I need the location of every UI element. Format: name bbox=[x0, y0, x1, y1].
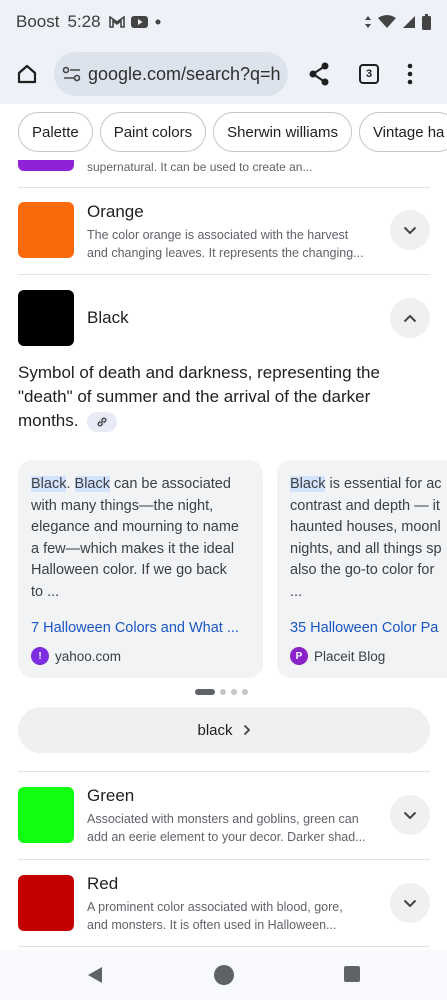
status-bar: Boost 5:28 bbox=[0, 0, 447, 44]
item-title: Green bbox=[87, 786, 135, 805]
wifi-icon bbox=[378, 15, 396, 28]
color-swatch-black bbox=[18, 290, 74, 346]
item-description: A prominent color associated with blood,… bbox=[87, 898, 377, 934]
expand-button[interactable] bbox=[390, 210, 430, 250]
item-description-line: and changing leaves. It represents the c… bbox=[87, 246, 364, 260]
page-dot[interactable] bbox=[220, 689, 226, 695]
back-icon[interactable] bbox=[86, 965, 104, 985]
browser-toolbar: google.com/search?q=h 3 bbox=[0, 44, 447, 104]
item-title: Black bbox=[87, 308, 129, 327]
chip-vintage[interactable]: Vintage ha bbox=[358, 112, 447, 152]
collapse-button[interactable] bbox=[390, 298, 430, 338]
home-button[interactable] bbox=[10, 57, 44, 91]
page-dot[interactable] bbox=[231, 689, 237, 695]
item-title: Orange bbox=[87, 202, 144, 221]
carrier-label: Boost bbox=[16, 12, 60, 31]
color-swatch-red bbox=[18, 875, 74, 931]
summary-line: Symbol of death and darkness, representi… bbox=[18, 363, 380, 382]
dot-icon bbox=[155, 19, 161, 25]
gmail-icon bbox=[108, 16, 125, 28]
chip-palette[interactable]: Palette bbox=[18, 112, 93, 152]
battery-icon bbox=[422, 14, 431, 30]
highlight: Black bbox=[74, 476, 110, 492]
clock: 5:28 bbox=[67, 12, 101, 31]
summary-line: months. bbox=[18, 411, 79, 430]
system-icons bbox=[364, 14, 431, 30]
chip-paint-colors[interactable]: Paint colors bbox=[99, 112, 207, 152]
list-item-red[interactable]: Red A prominent color associated with bl… bbox=[0, 860, 447, 946]
chevron-up-icon bbox=[403, 314, 417, 322]
highlight: Black bbox=[31, 476, 67, 492]
site-settings-icon[interactable] bbox=[62, 65, 82, 83]
url-text[interactable]: google.com/search?q=h bbox=[88, 64, 280, 85]
related-search-chips: Palette Paint colors Sherwin williams Vi… bbox=[18, 112, 447, 152]
card-source: P Placeit Blog bbox=[290, 647, 385, 665]
system-nav-bar bbox=[0, 950, 447, 1000]
page-dot-active[interactable] bbox=[195, 689, 215, 695]
source-card[interactable]: Black is essential for ac contrast and d… bbox=[277, 460, 447, 678]
status-left: Boost 5:28 bbox=[16, 12, 101, 32]
data-arrows-icon bbox=[365, 16, 371, 28]
youtube-icon bbox=[130, 16, 148, 28]
overflow-menu-button[interactable] bbox=[398, 57, 422, 91]
share-icon bbox=[309, 62, 329, 86]
link-icon bbox=[97, 417, 107, 426]
chevron-down-icon bbox=[403, 226, 417, 234]
item-description-line: Associated with monsters and goblins, gr… bbox=[87, 812, 359, 826]
source-link-button[interactable] bbox=[87, 411, 118, 432]
url-bar[interactable]: google.com/search?q=h bbox=[54, 52, 288, 96]
more-vert-icon bbox=[407, 63, 413, 85]
list-item-black[interactable]: Black bbox=[0, 275, 447, 361]
list-item-orange[interactable]: Orange The color orange is associated wi… bbox=[0, 188, 447, 274]
card-source: ! yahoo.com bbox=[31, 647, 121, 665]
card-snippet: Black is essential for ac contrast and d… bbox=[290, 476, 442, 600]
list-item-green[interactable]: Green Associated with monsters and gobli… bbox=[0, 772, 447, 858]
card-snippet: Black. Black can be associated with many… bbox=[31, 476, 239, 600]
search-more-button[interactable]: black bbox=[18, 707, 430, 753]
page-dot[interactable] bbox=[242, 689, 248, 695]
divider bbox=[18, 946, 430, 947]
notification-icons bbox=[108, 16, 162, 28]
source-cards-carousel[interactable]: Black. Black can be associated with many… bbox=[18, 460, 447, 678]
highlight: Black bbox=[290, 476, 326, 492]
color-swatch-orange bbox=[18, 202, 74, 258]
chevron-right-icon bbox=[243, 724, 250, 736]
share-button[interactable] bbox=[302, 57, 336, 91]
tab-switcher-button[interactable]: 3 bbox=[352, 57, 386, 91]
card-link[interactable]: 7 Halloween Colors and What ... bbox=[31, 620, 256, 636]
chevron-down-icon bbox=[403, 811, 417, 819]
source-card[interactable]: Black. Black can be associated with many… bbox=[18, 460, 263, 678]
item-description-line: add an eerie element to your decor. Dark… bbox=[87, 830, 366, 844]
expand-button[interactable] bbox=[390, 795, 430, 835]
item-description: Associated with monsters and goblins, gr… bbox=[87, 810, 377, 846]
carousel-pagination bbox=[195, 689, 248, 695]
tab-count: 3 bbox=[359, 64, 379, 84]
signal-icon bbox=[403, 16, 415, 28]
item-description-line: and monsters. It is often used in Hallow… bbox=[87, 918, 337, 932]
placeit-icon: P bbox=[290, 647, 308, 665]
home-icon bbox=[17, 64, 37, 84]
source-name: Placeit Blog bbox=[314, 648, 386, 664]
chevron-down-icon bbox=[403, 899, 417, 907]
chip-sherwin-williams[interactable]: Sherwin williams bbox=[213, 112, 352, 152]
yahoo-icon: ! bbox=[31, 647, 49, 665]
list-item-partial[interactable]: supernatural. It can be used to create a… bbox=[0, 160, 447, 188]
black-summary: Symbol of death and darkness, representi… bbox=[18, 361, 428, 433]
item-description-line: The color orange is associated with the … bbox=[87, 228, 349, 242]
item-title: Red bbox=[87, 874, 119, 893]
source-name: yahoo.com bbox=[55, 648, 122, 664]
expand-button[interactable] bbox=[390, 883, 430, 923]
item-description: supernatural. It can be used to create a… bbox=[87, 160, 313, 174]
home-nav-icon[interactable] bbox=[214, 965, 234, 985]
summary-line: "death" of summer and the arrival of the… bbox=[18, 387, 371, 406]
more-label: black bbox=[197, 721, 233, 739]
item-description-line: A prominent color associated with blood,… bbox=[87, 900, 343, 914]
color-swatch-green bbox=[18, 787, 74, 843]
item-description: The color orange is associated with the … bbox=[87, 226, 377, 262]
recents-icon[interactable] bbox=[344, 966, 360, 982]
color-swatch-purple bbox=[18, 160, 74, 171]
card-link[interactable]: 35 Halloween Color Pa bbox=[290, 620, 447, 636]
